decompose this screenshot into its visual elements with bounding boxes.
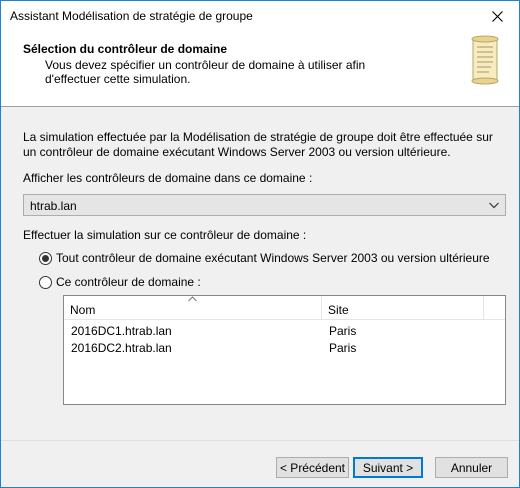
run-on-label: Effectuer la simulation sur ce contrôleu… [23, 228, 307, 242]
sort-ascending-icon [188, 296, 197, 302]
dc-list-header: Nom Site [64, 296, 505, 320]
table-row[interactable]: 2016DC2.htrab.lan Paris [64, 339, 505, 356]
row-site: Paris [329, 324, 357, 338]
radio-any-dc-label: Tout contrôleur de domaine exécutant Win… [56, 251, 490, 265]
wizard-footer: < Précédent Suivant > Annuler [1, 440, 519, 487]
row-name: 2016DC1.htrab.lan [71, 324, 172, 338]
description-text: La simulation effectuée par la Modélisat… [23, 130, 493, 159]
radio-any-dc[interactable]: Tout contrôleur de domaine exécutant Win… [39, 251, 490, 265]
column-header-name[interactable]: Nom [64, 296, 322, 320]
radio-any-dc-circle[interactable] [39, 251, 52, 265]
close-icon [491, 10, 503, 22]
wizard-header: Sélection du contrôleur de domaine Vous … [1, 31, 519, 107]
domain-combo-value: htrab.lan [30, 199, 77, 213]
close-button[interactable] [475, 1, 519, 31]
radio-this-dc-label: Ce contrôleur de domaine : [56, 275, 201, 289]
row-site: Paris [329, 341, 357, 355]
wizard-body: La simulation effectuée par la Modélisat… [1, 108, 519, 440]
column-header-site[interactable]: Site [322, 296, 484, 320]
dc-list[interactable]: Nom Site 2016DC1.htrab.lan Paris 2016DC2… [63, 295, 506, 405]
back-button[interactable]: < Précédent [276, 457, 349, 478]
table-row[interactable]: 2016DC1.htrab.lan Paris [64, 322, 505, 339]
chevron-down-icon [489, 202, 499, 209]
show-dc-label: Afficher les contrôleurs de domaine dans… [23, 171, 313, 185]
page-title: Sélection du contrôleur de domaine [23, 42, 228, 56]
window-title: Assistant Modélisation de stratégie de g… [10, 9, 253, 23]
next-button[interactable]: Suivant > [353, 457, 423, 478]
domain-combo[interactable]: htrab.lan [23, 194, 506, 216]
radio-this-dc[interactable]: Ce contrôleur de domaine : [39, 275, 201, 289]
radio-this-dc-circle[interactable] [39, 275, 52, 289]
title-bar: Assistant Modélisation de stratégie de g… [1, 1, 519, 31]
cancel-button[interactable]: Annuler [435, 457, 508, 478]
wizard-window: Assistant Modélisation de stratégie de g… [0, 0, 520, 488]
page-subtitle: Vous devez spécifier un contrôleur de do… [45, 58, 366, 86]
scroll-icon [471, 35, 499, 85]
row-name: 2016DC2.htrab.lan [71, 341, 172, 355]
